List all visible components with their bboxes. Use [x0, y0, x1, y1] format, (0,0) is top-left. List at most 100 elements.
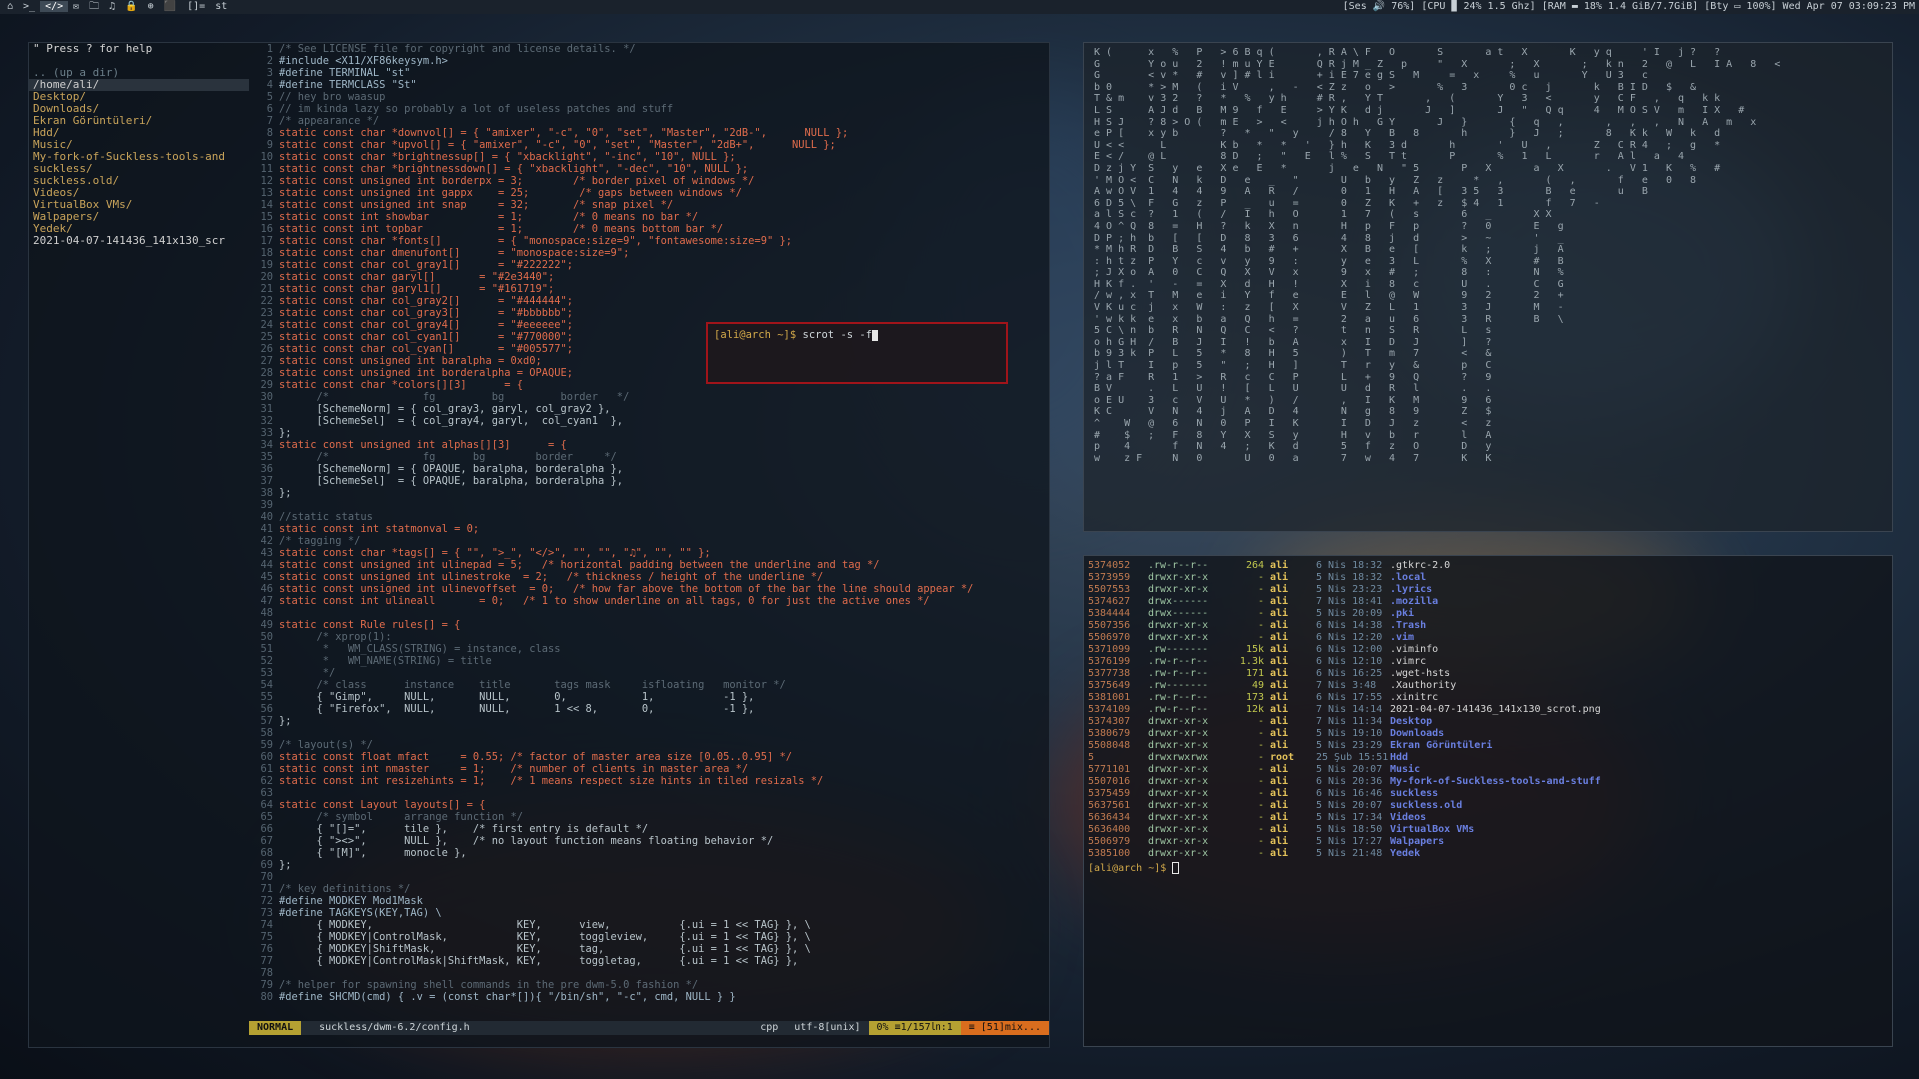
- tag-9[interactable]: ⬛: [159, 1, 181, 12]
- code-line[interactable]: 35 /* fg bg border */: [251, 451, 1047, 463]
- code-line[interactable]: 31 [SchemeNorm] = { col_gray3, garyl, co…: [251, 403, 1047, 415]
- code-line[interactable]: 3 #define TERMINAL "st": [251, 67, 1047, 79]
- code-line[interactable]: 17 static const char *fonts[] = { "monosp…: [251, 235, 1047, 247]
- code-editor[interactable]: 1 /* See LICENSE file for copyright and l…: [251, 43, 1047, 1018]
- code-line[interactable]: 42 /* tagging */: [251, 535, 1047, 547]
- code-line[interactable]: 72 #define MODKEY Mod1Mask: [251, 895, 1047, 907]
- code-line[interactable]: 38};: [251, 487, 1047, 499]
- code-line[interactable]: 15 static const int showbar = 1; /* 0 mea…: [251, 211, 1047, 223]
- code-line[interactable]: 52 * WM_NAME(STRING) = title: [251, 655, 1047, 667]
- tag-8[interactable]: ⊕: [143, 1, 159, 12]
- shell-line[interactable]: [ali@arch ~]$ scrot -s -f: [708, 324, 1006, 346]
- code-line[interactable]: 48: [251, 607, 1047, 619]
- code-line[interactable]: 49 static const Rule rules[] = {: [251, 619, 1047, 631]
- code-line[interactable]: 20 static const char garyl[] = "#2e3440";: [251, 271, 1047, 283]
- code-line[interactable]: 39: [251, 499, 1047, 511]
- file-tree-dir[interactable]: Walpapers/: [29, 211, 249, 223]
- code-line[interactable]: 40 //static status: [251, 511, 1047, 523]
- code-line[interactable]: 63: [251, 787, 1047, 799]
- tag-4[interactable]: ✉: [68, 1, 84, 12]
- code-line[interactable]: 10 static const char *brightnessup[] = { …: [251, 151, 1047, 163]
- code-line[interactable]: 9 static const char *upvol[] = { "amixer"…: [251, 139, 1047, 151]
- code-line[interactable]: 80 #define SHCMD(cmd) { .v = (const char*…: [251, 991, 1047, 1003]
- code-line[interactable]: 4 #define TERMCLASS "St": [251, 79, 1047, 91]
- ls-shell-line[interactable]: [ali@arch ~]$: [1088, 862, 1888, 875]
- code-line[interactable]: 70: [251, 871, 1047, 883]
- code-line[interactable]: 55 { "Gimp", NULL, NULL, 0, 1, -1 },: [251, 691, 1047, 703]
- code-line[interactable]: 62 static const int resizehints = 1; /* 1…: [251, 775, 1047, 787]
- code-line[interactable]: 53 */: [251, 667, 1047, 679]
- code-line[interactable]: 16 static const int topbar = 1; /* 0 mean…: [251, 223, 1047, 235]
- code-line[interactable]: 78: [251, 967, 1047, 979]
- shell-command[interactable]: scrot -s -f: [803, 329, 873, 341]
- file-tree-dir[interactable]: VirtualBox VMs/: [29, 199, 249, 211]
- code-line[interactable]: 46 static const unsigned int ulinevoffset…: [251, 583, 1047, 595]
- file-tree-dir[interactable]: Yedek/: [29, 223, 249, 235]
- code-line[interactable]: 33};: [251, 427, 1047, 439]
- code-line[interactable]: 56 { "Firefox", NULL, NULL, 1 << 8, 0, -…: [251, 703, 1047, 715]
- file-tree-file[interactable]: 2021-04-07-141436_141x130_scr: [29, 235, 249, 247]
- code-line[interactable]: 23 static const char col_gray3[] = "#bbbb…: [251, 307, 1047, 319]
- layout-indicator[interactable]: []=: [181, 0, 211, 14]
- tag-2[interactable]: >_: [18, 1, 40, 12]
- code-line[interactable]: 75 { MODKEY|ControlMask, KEY, toggleview…: [251, 931, 1047, 943]
- vim-terminal-window[interactable]: " Press ? for help .. (up a dir) /home/a…: [28, 42, 1050, 1048]
- code-line[interactable]: 71 /* key definitions */: [251, 883, 1047, 895]
- code-line[interactable]: 5 // hey bro waasup: [251, 91, 1047, 103]
- code-line[interactable]: 18 static const char dmenufont[] = "monos…: [251, 247, 1047, 259]
- matrix-terminal-window[interactable]: K ( x % P > 6 B q ( , R A \ F O S a t X …: [1083, 42, 1893, 532]
- code-line[interactable]: 7 /* appearance */: [251, 115, 1047, 127]
- code-line[interactable]: 50 /* xprop(1):: [251, 631, 1047, 643]
- code-line[interactable]: 12 static const unsigned int borderpx = 3…: [251, 175, 1047, 187]
- file-tree-pane[interactable]: " Press ? for help .. (up a dir) /home/a…: [29, 43, 249, 1023]
- file-tree-dir[interactable]: Hdd/: [29, 127, 249, 139]
- code-line[interactable]: 22 static const char col_gray2[] = "#4444…: [251, 295, 1047, 307]
- ls-terminal-window[interactable]: 5374052 .rw-r--r-- 264 ali 6 Nis 18:32 .gtkrc…: [1083, 555, 1893, 1047]
- code-line[interactable]: 41 static const int statmonval = 0;: [251, 523, 1047, 535]
- code-line[interactable]: 51 * WM_CLASS(STRING) = instance, class: [251, 643, 1047, 655]
- code-line[interactable]: 34 static const unsigned int alphas[][3] …: [251, 439, 1047, 451]
- code-line[interactable]: 59 /* layout(s) */: [251, 739, 1047, 751]
- file-tree-up-dir[interactable]: .. (up a dir): [29, 67, 249, 79]
- code-line[interactable]: 76 { MODKEY|ShiftMask, KEY, tag, {.ui = …: [251, 943, 1047, 955]
- code-line[interactable]: 13 static const unsigned int gappx = 25; …: [251, 187, 1047, 199]
- code-line[interactable]: 11 static const char *brightnessdown[] = …: [251, 163, 1047, 175]
- tag-1[interactable]: ⌂: [2, 1, 18, 12]
- code-line[interactable]: 54 /* class instance title tags mask isf…: [251, 679, 1047, 691]
- code-line[interactable]: 58: [251, 727, 1047, 739]
- tag-5[interactable]: 🗀: [84, 1, 104, 12]
- file-tree-dir[interactable]: suckless/: [29, 163, 249, 175]
- file-tree-dir[interactable]: Ekran Görüntüleri/: [29, 115, 249, 127]
- tag-7[interactable]: 🔒: [120, 1, 142, 12]
- code-line[interactable]: 77 { MODKEY|ControlMask|ShiftMask, KEY, …: [251, 955, 1047, 967]
- code-line[interactable]: 8 static const char *downvol[] = { "amixe…: [251, 127, 1047, 139]
- floating-terminal-window[interactable]: [ali@arch ~]$ scrot -s -f: [706, 322, 1008, 384]
- file-tree-dir[interactable]: Downloads/: [29, 103, 249, 115]
- code-line[interactable]: 74 { MODKEY, KEY, view, {.ui = 1 << TAG}…: [251, 919, 1047, 931]
- code-line[interactable]: 57};: [251, 715, 1047, 727]
- file-tree-dir[interactable]: Music/: [29, 139, 249, 151]
- code-line[interactable]: 73 #define TAGKEYS(KEY,TAG) \: [251, 907, 1047, 919]
- code-line[interactable]: 66 { "[]=", tile }, /* first entry is de…: [251, 823, 1047, 835]
- code-line[interactable]: 44 static const unsigned int ulinepad = 5…: [251, 559, 1047, 571]
- code-line[interactable]: 21 static const char garyl1[] = "#161719"…: [251, 283, 1047, 295]
- file-tree-dir[interactable]: My-fork-of-Suckless-tools-and: [29, 151, 249, 163]
- code-line[interactable]: 37 [SchemeSel] = { OPAQUE, baralpha, bor…: [251, 475, 1047, 487]
- file-tree-dir[interactable]: suckless.old/: [29, 175, 249, 187]
- code-line[interactable]: 2 #include <X11/XF86keysym.h>: [251, 55, 1047, 67]
- file-tree-dir[interactable]: Videos/: [29, 187, 249, 199]
- code-line[interactable]: 45 static const unsigned int ulinestroke …: [251, 571, 1047, 583]
- code-line[interactable]: 69};: [251, 859, 1047, 871]
- tag-6[interactable]: ♫: [104, 1, 120, 12]
- code-line[interactable]: 1 /* See LICENSE file for copyright and l…: [251, 43, 1047, 55]
- code-line[interactable]: 19 static const char col_gray1[] = "#2222…: [251, 259, 1047, 271]
- code-line[interactable]: 64 static const Layout layouts[] = {: [251, 799, 1047, 811]
- code-line[interactable]: 30 /* fg bg border */: [251, 391, 1047, 403]
- code-line[interactable]: 65 /* symbol arrange function */: [251, 811, 1047, 823]
- code-line[interactable]: 36 [SchemeNorm] = { OPAQUE, baralpha, bo…: [251, 463, 1047, 475]
- code-line[interactable]: 67 { "><>", NULL }, /* no layout functio…: [251, 835, 1047, 847]
- code-line[interactable]: 6 // im kinda lazy so probably a lot of u…: [251, 103, 1047, 115]
- code-line[interactable]: 60 static const float mfact = 0.55; /* fa…: [251, 751, 1047, 763]
- code-line[interactable]: 61 static const int nmaster = 1; /* numbe…: [251, 763, 1047, 775]
- code-line[interactable]: 47 static const int ulineall = 0; /* 1 to…: [251, 595, 1047, 607]
